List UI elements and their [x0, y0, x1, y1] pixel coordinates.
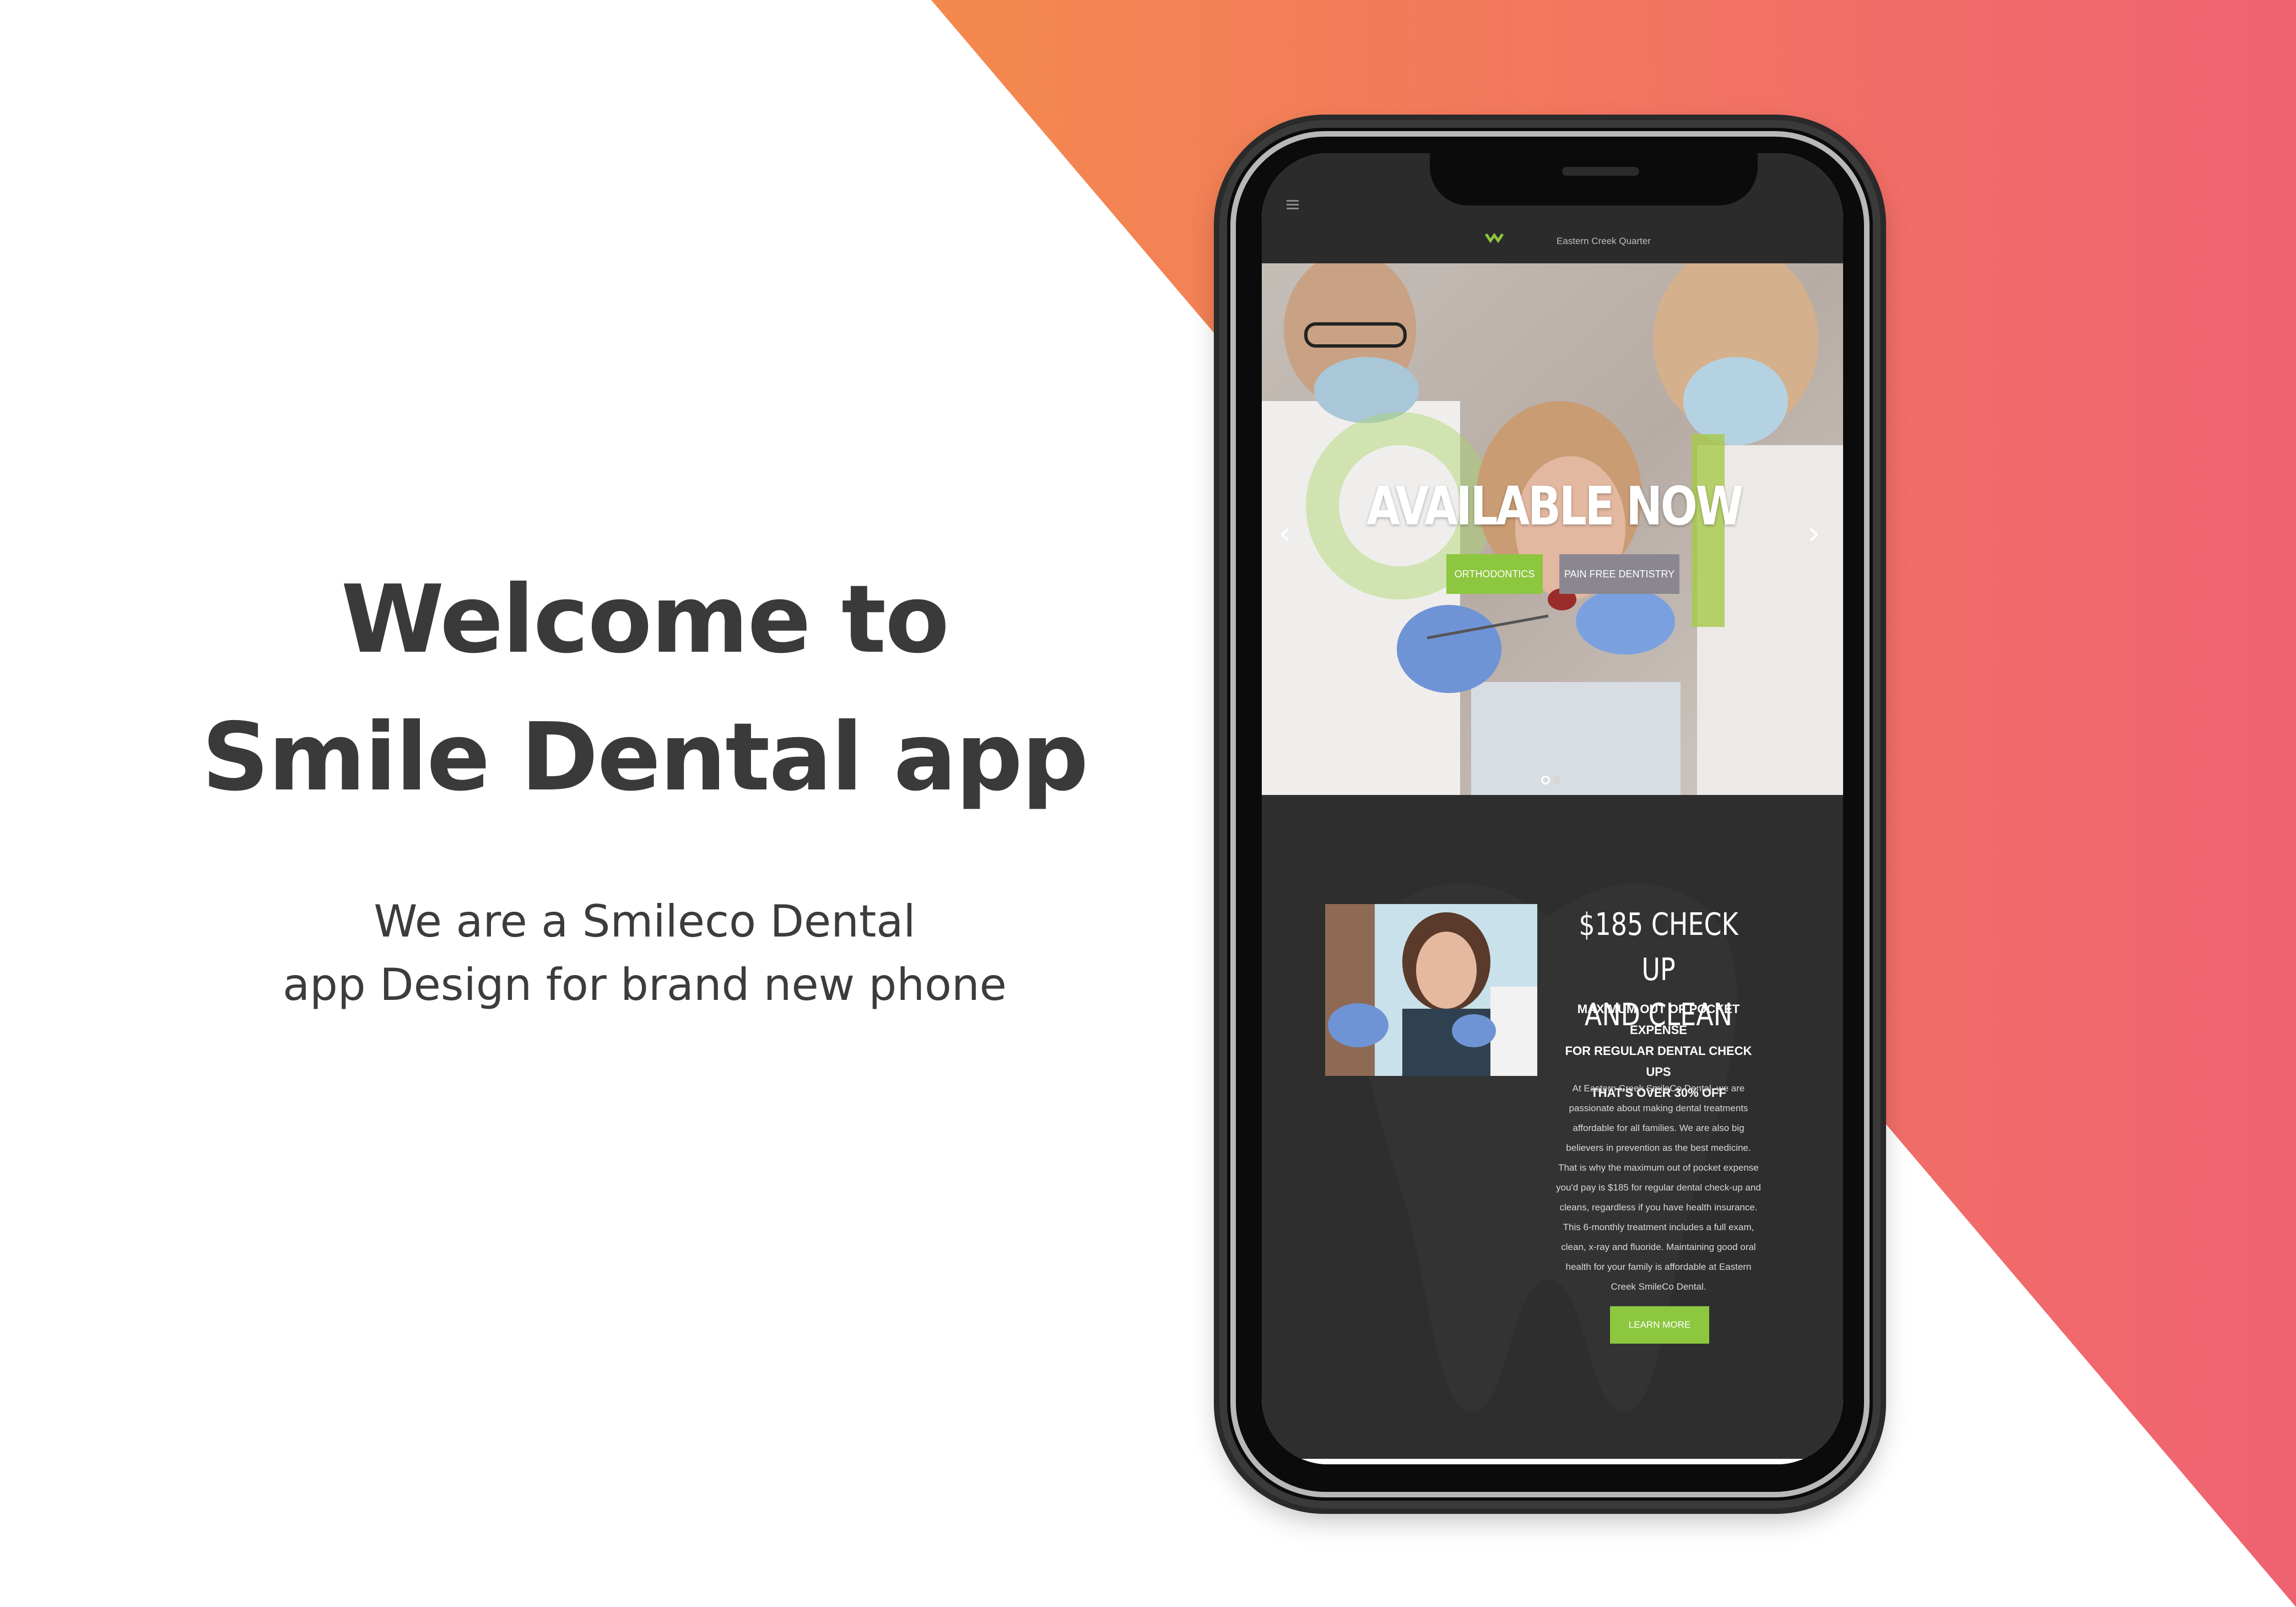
promo-body-line: passionate about making dental treatment…: [1569, 1103, 1748, 1113]
phone-screen: Eastern Creek Quarter AVAILABLE NOW ORTH…: [1262, 153, 1843, 1464]
intro-subtitle-line2: app Design for brand new phone: [283, 959, 1007, 1010]
promo-body-line: believers in prevention as the best medi…: [1566, 1143, 1751, 1153]
chevron-left-icon[interactable]: ‹: [1278, 514, 1292, 553]
hero-slider[interactable]: AVAILABLE NOW ORTHODONTICS PAIN FREE DEN…: [1262, 263, 1843, 795]
intro-block: Welcome to Smile Dental app We are a Smi…: [94, 551, 1196, 1016]
intro-heading-line2: Smile Dental app: [202, 703, 1089, 812]
promo-photo: [1325, 904, 1537, 1076]
promo-body-line: you'd pay is $185 for regular dental che…: [1556, 1182, 1761, 1193]
hero-title: AVAILABLE NOW: [1366, 475, 1743, 537]
slider-dots: [1540, 776, 1562, 787]
hamburger-icon[interactable]: [1287, 200, 1299, 212]
learn-more-button[interactable]: LEARN MORE: [1610, 1306, 1709, 1344]
promo-body-line: health for your family is affordable at …: [1565, 1262, 1752, 1272]
promo-section: $185 CHECK UP AND CLEAN MAXIMUM OUT OF P…: [1262, 795, 1843, 1459]
promo-body-line: At Eastern Creek SmileCo Dental, we are: [1572, 1083, 1745, 1094]
speaker-grille: [1562, 167, 1639, 176]
chevron-right-icon[interactable]: ›: [1807, 514, 1820, 553]
intro-subtitle-line1: We are a Smileco Dental: [374, 896, 916, 947]
tooth-logo-icon: [1485, 233, 1504, 244]
promo-subtitle-line2: FOR REGULAR DENTAL CHECK UPS: [1565, 1044, 1752, 1079]
promo-body: At Eastern Creek SmileCo Dental, we are …: [1551, 1079, 1766, 1297]
promo-body-line: affordable for all families. We are also…: [1573, 1123, 1744, 1133]
promo-subtitle-line1: MAXIMUM OUT OF POCKET EXPENSE: [1577, 1002, 1740, 1037]
screen-bottom-bar: [1262, 1459, 1843, 1464]
promo-body-line: That is why the maximum out of pocket ex…: [1558, 1162, 1759, 1173]
pain-free-dentistry-button[interactable]: PAIN FREE DENTISTRY: [1559, 554, 1679, 594]
intro-heading-line1: Welcome to: [341, 565, 949, 674]
promo-body-line: This 6-monthly treatment includes a full…: [1563, 1222, 1754, 1232]
logo-text: Eastern Creek Quarter: [1557, 236, 1651, 246]
phone-notch: [1430, 153, 1758, 205]
phone-mockup: Eastern Creek Quarter AVAILABLE NOW ORTH…: [1219, 120, 1881, 1508]
orthodontics-button[interactable]: ORTHODONTICS: [1446, 554, 1543, 594]
promo-body-line: cleans, regardless if you have health in…: [1559, 1202, 1758, 1213]
slider-dot[interactable]: [1552, 776, 1561, 784]
promo-body-line: Creek SmileCo Dental.: [1611, 1281, 1706, 1292]
slider-dot-active[interactable]: [1541, 776, 1550, 784]
promo-body-line: clean, x-ray and fluoride. Maintaining g…: [1561, 1242, 1756, 1252]
promo-title-line1: $185 CHECK UP: [1579, 907, 1738, 988]
